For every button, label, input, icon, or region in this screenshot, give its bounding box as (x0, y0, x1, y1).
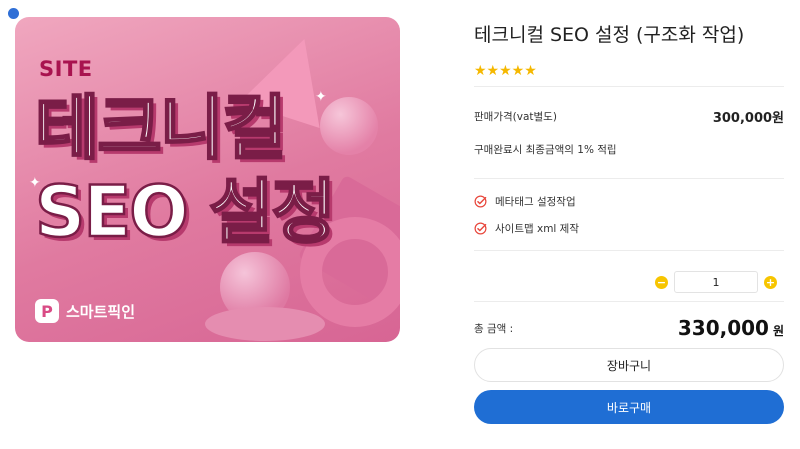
product-title: 테크니컬 SEO 설정 (구조화 작업) (474, 24, 745, 46)
feature-label: 사이트맵 xml 제작 (495, 223, 579, 235)
site-label: SITE (39, 57, 93, 81)
check-circle-icon (474, 222, 487, 235)
quantity-input[interactable] (674, 271, 758, 293)
divider (474, 178, 784, 179)
decrease-quantity-button[interactable]: − (655, 275, 668, 289)
increase-quantity-button[interactable]: + (764, 275, 777, 289)
buy-now-button[interactable]: 바로구매 (474, 390, 784, 424)
price-label: 판매가격(vat별도) (474, 111, 557, 123)
price-value: 300,000원 (712, 111, 784, 126)
disc-shape (205, 307, 325, 341)
check-circle-icon (474, 195, 487, 208)
total-value: 330,000 (677, 316, 769, 340)
headline-line-1: 테크니컬 (34, 87, 288, 169)
status-dot (8, 8, 19, 19)
total-amount: 330,000 원 (678, 316, 784, 340)
price-row: 판매가격(vat별도) 300,000원 (474, 107, 784, 126)
brand-logo: P 스마트픽인 (35, 299, 135, 323)
total-row: 총 금액 : 330,000 원 (474, 316, 784, 340)
points-row: 구매완료시 최종금액의 1% 적립 (474, 142, 784, 157)
add-to-cart-button[interactable]: 장바구니 (474, 348, 784, 382)
divider (474, 250, 784, 251)
sparkle-icon: ✦ (315, 89, 327, 105)
brand-name: 스마트픽인 (66, 302, 136, 321)
divider (474, 86, 784, 87)
product-image: ✦ ✦ ✦ SITE 테크니컬 SEO 설정 P 스마트픽인 (15, 17, 400, 342)
brand-icon: P (35, 299, 59, 323)
feature-item: 메타태그 설정작업 (474, 194, 576, 209)
sphere-shape (320, 97, 378, 155)
feature-item: 사이트맵 xml 제작 (474, 221, 579, 236)
headline-line-2: SEO 설정 (34, 171, 337, 253)
rating-stars-icon: ★★★★★ (474, 63, 537, 79)
points-note: 구매완료시 최종금액의 1% 적립 (474, 144, 617, 156)
quantity-stepper: − + (655, 271, 777, 293)
total-label: 총 금액 : (474, 322, 514, 335)
divider (474, 301, 784, 302)
total-unit: 원 (772, 324, 784, 338)
feature-label: 메타태그 설정작업 (495, 196, 576, 208)
